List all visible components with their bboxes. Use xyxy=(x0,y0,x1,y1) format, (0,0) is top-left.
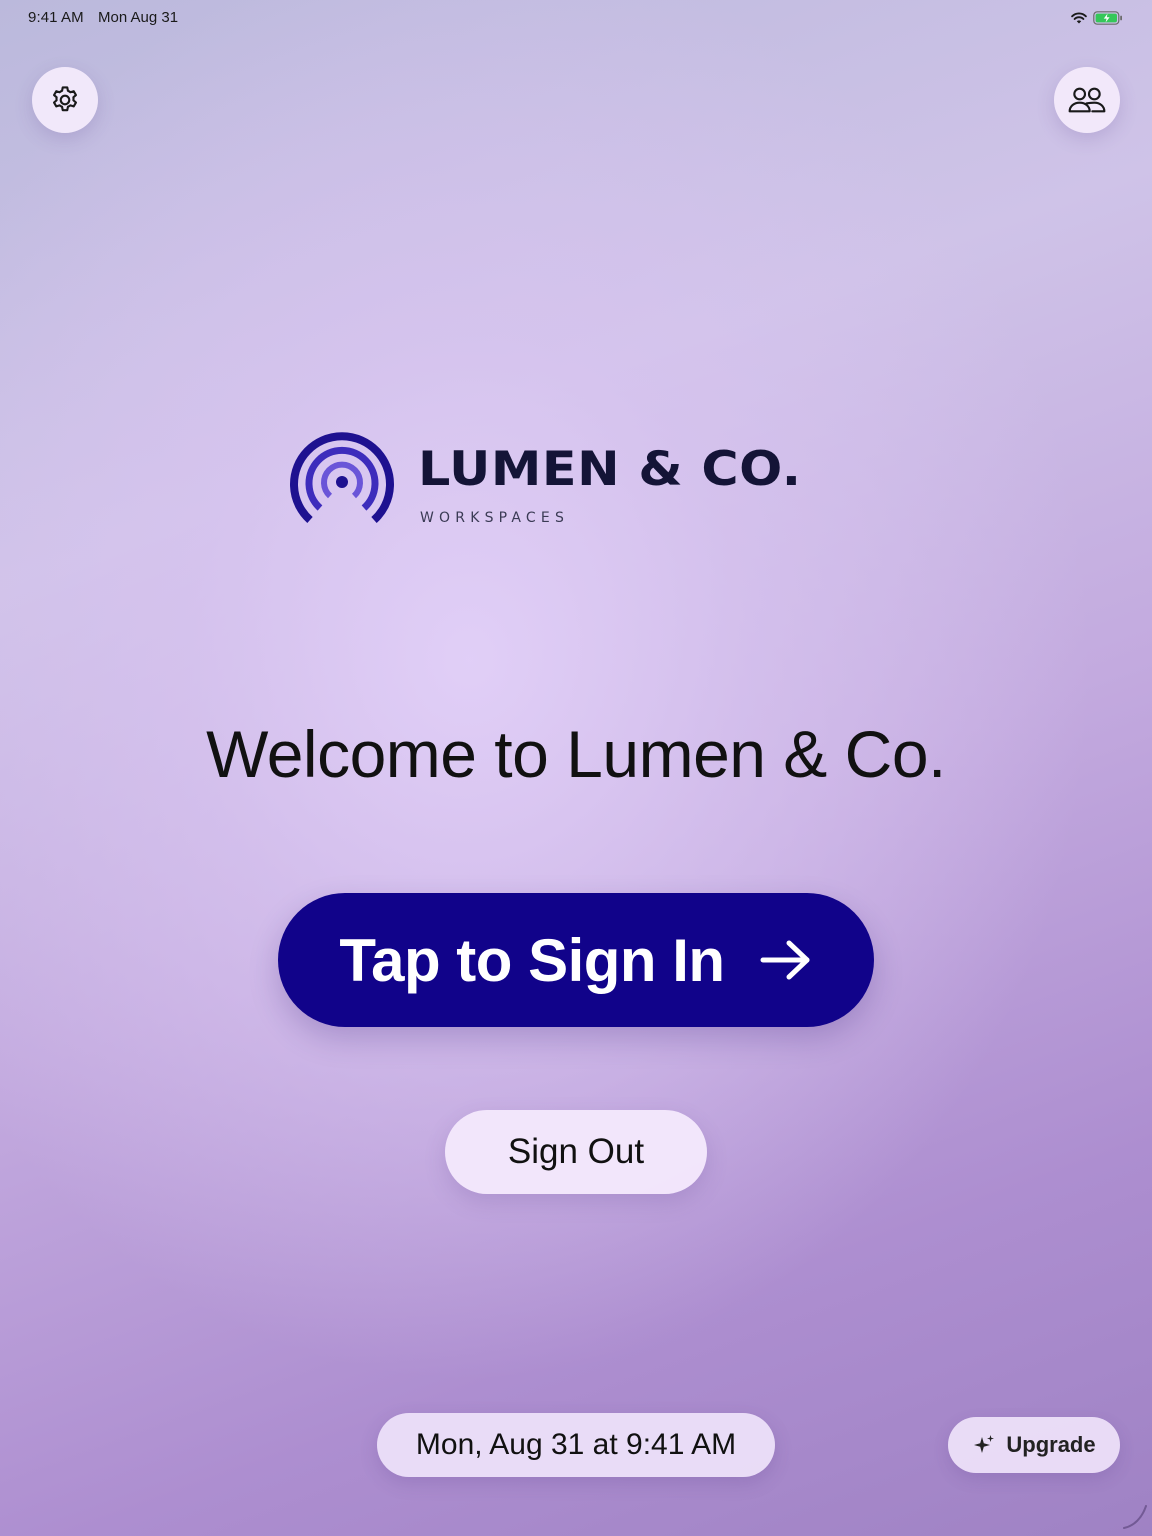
sparkle-icon xyxy=(974,1435,995,1453)
datetime-pill: Mon, Aug 31 at 9:41 AM xyxy=(377,1413,775,1477)
gear-icon xyxy=(52,86,77,112)
sign-out-label: Sign Out xyxy=(507,1132,645,1171)
status-bar: 9:41 AM Mon Aug 31 xyxy=(0,0,1152,36)
status-time: 9:41 AM xyxy=(28,9,84,26)
battery-charging-icon xyxy=(1093,11,1122,25)
arrow-right-icon xyxy=(760,940,810,980)
sign-in-button[interactable]: Tap to Sign In xyxy=(278,893,874,1027)
company-logo: LUMEN & CO. WORKSPACES xyxy=(288,428,868,528)
datetime-label: Mon, Aug 31 at 9:41 AM xyxy=(415,1428,737,1461)
sign-in-label: Tap to Sign In xyxy=(339,926,725,994)
wifi-icon xyxy=(1071,12,1087,24)
upgrade-button[interactable]: Upgrade xyxy=(948,1417,1120,1473)
welcome-heading: Welcome to Lumen & Co. xyxy=(206,717,946,791)
status-date: Mon Aug 31 xyxy=(98,9,179,26)
settings-button[interactable] xyxy=(32,67,98,133)
users-button[interactable] xyxy=(1054,67,1120,133)
resize-handle-icon[interactable] xyxy=(1120,1502,1148,1530)
people-icon xyxy=(1068,87,1106,113)
signal-arcs-icon xyxy=(290,432,394,523)
logo-subtitle: WORKSPACES xyxy=(420,510,570,526)
sign-out-button[interactable]: Sign Out xyxy=(445,1110,707,1194)
upgrade-label: Upgrade xyxy=(1006,1432,1096,1457)
logo-name: LUMEN & CO. xyxy=(418,442,802,497)
